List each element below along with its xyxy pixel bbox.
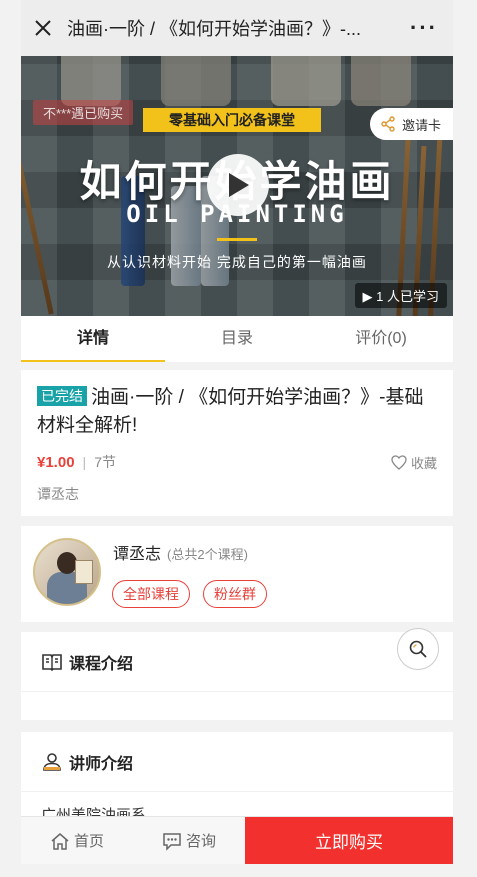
lesson-count: 7节 xyxy=(94,454,116,470)
teacher-intro-title: 讲师介绍 xyxy=(69,755,134,773)
teacher-name-line: 谭丞志 (总共2个课程) xyxy=(113,540,248,564)
tab-reviews[interactable]: 评价(0) xyxy=(309,316,453,362)
bottom-safe-area xyxy=(21,864,453,877)
all-courses-button[interactable]: 全部课程 xyxy=(112,580,190,608)
floating-search-button[interactable] xyxy=(397,628,439,670)
tab-details[interactable]: 详情 xyxy=(21,316,165,362)
fans-group-button[interactable]: 粉丝群 xyxy=(203,580,267,608)
course-tagline: 零基础入门必备课堂 xyxy=(143,108,321,132)
more-menu-button[interactable]: ··· xyxy=(395,0,453,56)
teacher-intro-header: 讲师介绍 xyxy=(21,732,453,792)
home-label: 首页 xyxy=(73,833,104,850)
play-button[interactable] xyxy=(207,154,269,216)
course-banner: 不***遇已购买 零基础入门必备课堂 邀请卡 如何开始学油画 OIL PAINT… xyxy=(21,56,453,316)
close-button[interactable] xyxy=(21,0,65,56)
home-icon xyxy=(51,832,69,850)
course-info-card: 已完结 油画·一阶 / 《如何开始学油画？》-基础材料全解析! ¥1.00 | 7… xyxy=(21,370,453,516)
course-title: 油画·一阶 / 《如何开始学油画？》-基础材料全解析! xyxy=(37,387,424,436)
avatar[interactable] xyxy=(33,538,101,606)
course-price: ¥1.00 xyxy=(37,453,75,471)
bottom-action-bar: 首页 咨询 立即购买 xyxy=(21,816,453,864)
home-button[interactable]: 首页 xyxy=(21,817,133,864)
status-badge: 已完结 xyxy=(37,386,87,406)
close-icon xyxy=(35,20,51,36)
consult-label: 咨询 xyxy=(185,833,216,850)
course-intro-title: 课程介绍 xyxy=(69,655,134,673)
book-icon xyxy=(42,653,62,671)
page-title: 油画·一阶 / 《如何开始学油画？》-... xyxy=(67,19,361,39)
avatar-figure xyxy=(57,552,77,574)
invite-label: 邀请卡 xyxy=(401,117,441,133)
teacher-card: 谭丞志 (总共2个课程) 全部课程 粉丝群 xyxy=(21,526,453,622)
teacher-intro-text: 广州美院油画系 xyxy=(41,807,147,816)
search-icon xyxy=(409,640,427,658)
top-bar: 油画·一阶 / 《如何开始学油画？》-... ··· xyxy=(21,0,453,56)
course-intro-header: 课程介绍 xyxy=(21,632,453,692)
play-small-icon: ▶ xyxy=(362,289,373,304)
course-title-block: 已完结 油画·一阶 / 《如何开始学油画？》-基础材料全解析! xyxy=(37,384,437,440)
heart-icon xyxy=(391,454,407,470)
tab-bar: 详情 目录 评价(0) xyxy=(21,316,453,362)
play-icon xyxy=(229,173,249,197)
favorite-label: 收藏 xyxy=(410,455,437,471)
banner-subtitle-cn: 从认识材料开始 完成自己的第一幅油画 xyxy=(107,254,367,270)
chat-icon xyxy=(163,832,181,851)
teacher-intro-section: 讲师介绍 广州美院油画系 xyxy=(21,732,453,816)
divider xyxy=(217,238,257,241)
consult-button[interactable]: 咨询 xyxy=(133,817,245,864)
course-intro-section: 课程介绍 xyxy=(21,632,453,720)
invite-card-button[interactable]: 邀请卡 xyxy=(369,108,453,140)
favorite-button[interactable]: 收藏 xyxy=(391,453,437,472)
avatar-canvas xyxy=(75,560,93,584)
recent-buyer-tag: 不***遇已购买 xyxy=(33,100,134,125)
price-row: ¥1.00 | 7节 收藏 xyxy=(37,452,437,472)
separator: | xyxy=(82,454,87,470)
buy-now-button[interactable]: 立即购买 xyxy=(245,817,453,864)
course-author: 谭丞志 xyxy=(37,486,79,502)
teacher-course-count: (总共2个课程) xyxy=(167,547,248,562)
tab-catalog[interactable]: 目录 xyxy=(165,316,309,362)
teacher-name: 谭丞志 xyxy=(113,546,162,563)
learned-count: ▶ 1 人已学习 xyxy=(354,283,447,308)
share-icon xyxy=(381,116,395,132)
learned-count-label: 1 人已学习 xyxy=(376,289,439,304)
app-screen: 油画·一阶 / 《如何开始学油画？》-... ··· 不***遇已购买 零基础入… xyxy=(21,0,453,877)
teacher-icon xyxy=(43,752,61,771)
